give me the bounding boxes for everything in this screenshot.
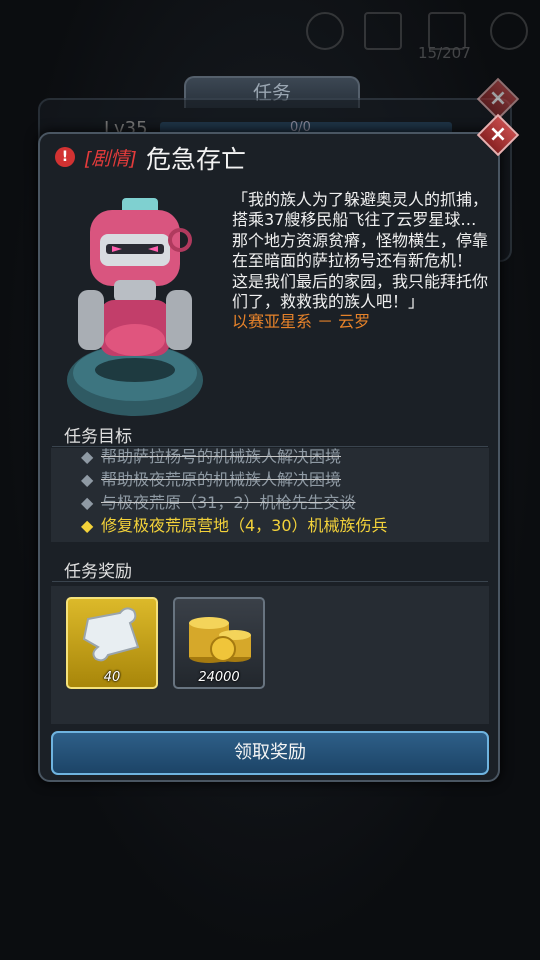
objective-item: ◆ 帮助极夜荒原的机械族人解决困境 <box>81 466 341 490</box>
reward-count: 40 <box>103 670 121 685</box>
objective-item-active: ◆ 修复极夜荒原营地（4，30）机械族伤兵 <box>81 512 388 536</box>
diamond-bullet-icon: ◆ <box>81 470 94 489</box>
diamond-bullet-icon: ◆ <box>81 493 94 512</box>
quest-type-tag: [剧情] <box>84 148 137 170</box>
reward-item[interactable]: 24000 <box>173 597 265 689</box>
reward-item[interactable]: 40 <box>66 597 158 689</box>
diamond-bullet-icon: ◆ <box>81 516 94 535</box>
rewards-divider <box>52 581 488 582</box>
quest-title: 危急存亡 <box>146 145 247 174</box>
alert-icon: ! <box>55 147 75 167</box>
objective-text: 修复极夜荒原营地（4，30）机械族伤兵 <box>101 516 388 535</box>
story-line: 这是我们最后的家园，我只能拜托你们了，救救我的族人吧！」 <box>232 271 489 312</box>
claim-reward-button[interactable]: 领取奖励 <box>51 731 489 775</box>
objective-item: ◆ 与极夜荒原（31，2）机枪先生交谈 <box>81 489 356 513</box>
close-icon: × <box>488 122 508 147</box>
clock-icon[interactable] <box>306 12 344 50</box>
gear-icon[interactable] <box>490 12 528 50</box>
objective-text: 帮助极夜荒原的机械族人解决困境 <box>101 470 342 489</box>
top-counter: 15/207 <box>418 44 471 62</box>
close-icon: × <box>488 86 508 111</box>
story-line: 「我的族人为了躲避奥灵人的抓捕，搭乘37艘移民船飞往了云罗星球… <box>232 190 489 230</box>
objective-text: 与极夜荒原（31，2）机枪先生交谈 <box>101 493 356 512</box>
objective-item: ◆ 帮助萨拉杨号的机械族人解决困境 <box>81 448 341 467</box>
objectives-list[interactable]: ◆ 帮助萨拉杨号的机械族人解决困境 ◆ 帮助极夜荒原的机械族人解决困境 ◆ 与极夜荒原… <box>51 448 489 542</box>
objective-text: 帮助萨拉杨号的机械族人解决困境 <box>101 448 342 466</box>
top-bar: 15/207 <box>0 0 540 70</box>
diamond-bullet-icon: ◆ <box>81 448 94 466</box>
exit-door-icon[interactable] <box>364 12 402 50</box>
robot-character-portrait <box>67 198 203 416</box>
rewards-heading: 任务奖励 <box>64 562 132 582</box>
reward-count: 24000 <box>198 670 240 685</box>
gold-coins-icon <box>189 617 251 663</box>
story-text: 「我的族人为了躲避奥灵人的抓捕，搭乘37艘移民船飞往了云罗星球… 那个地方资源贫… <box>232 190 494 333</box>
puzzle-piece-icon <box>82 607 140 662</box>
objectives-divider <box>52 446 488 447</box>
objectives-heading: 任务目标 <box>64 427 132 447</box>
story-signature: 以赛亚星系 － 云罗 <box>232 312 371 332</box>
story-line: 那个地方资源贫瘠，怪物横生，停靠在至暗面的萨拉杨号还有新危机！ <box>232 230 489 271</box>
